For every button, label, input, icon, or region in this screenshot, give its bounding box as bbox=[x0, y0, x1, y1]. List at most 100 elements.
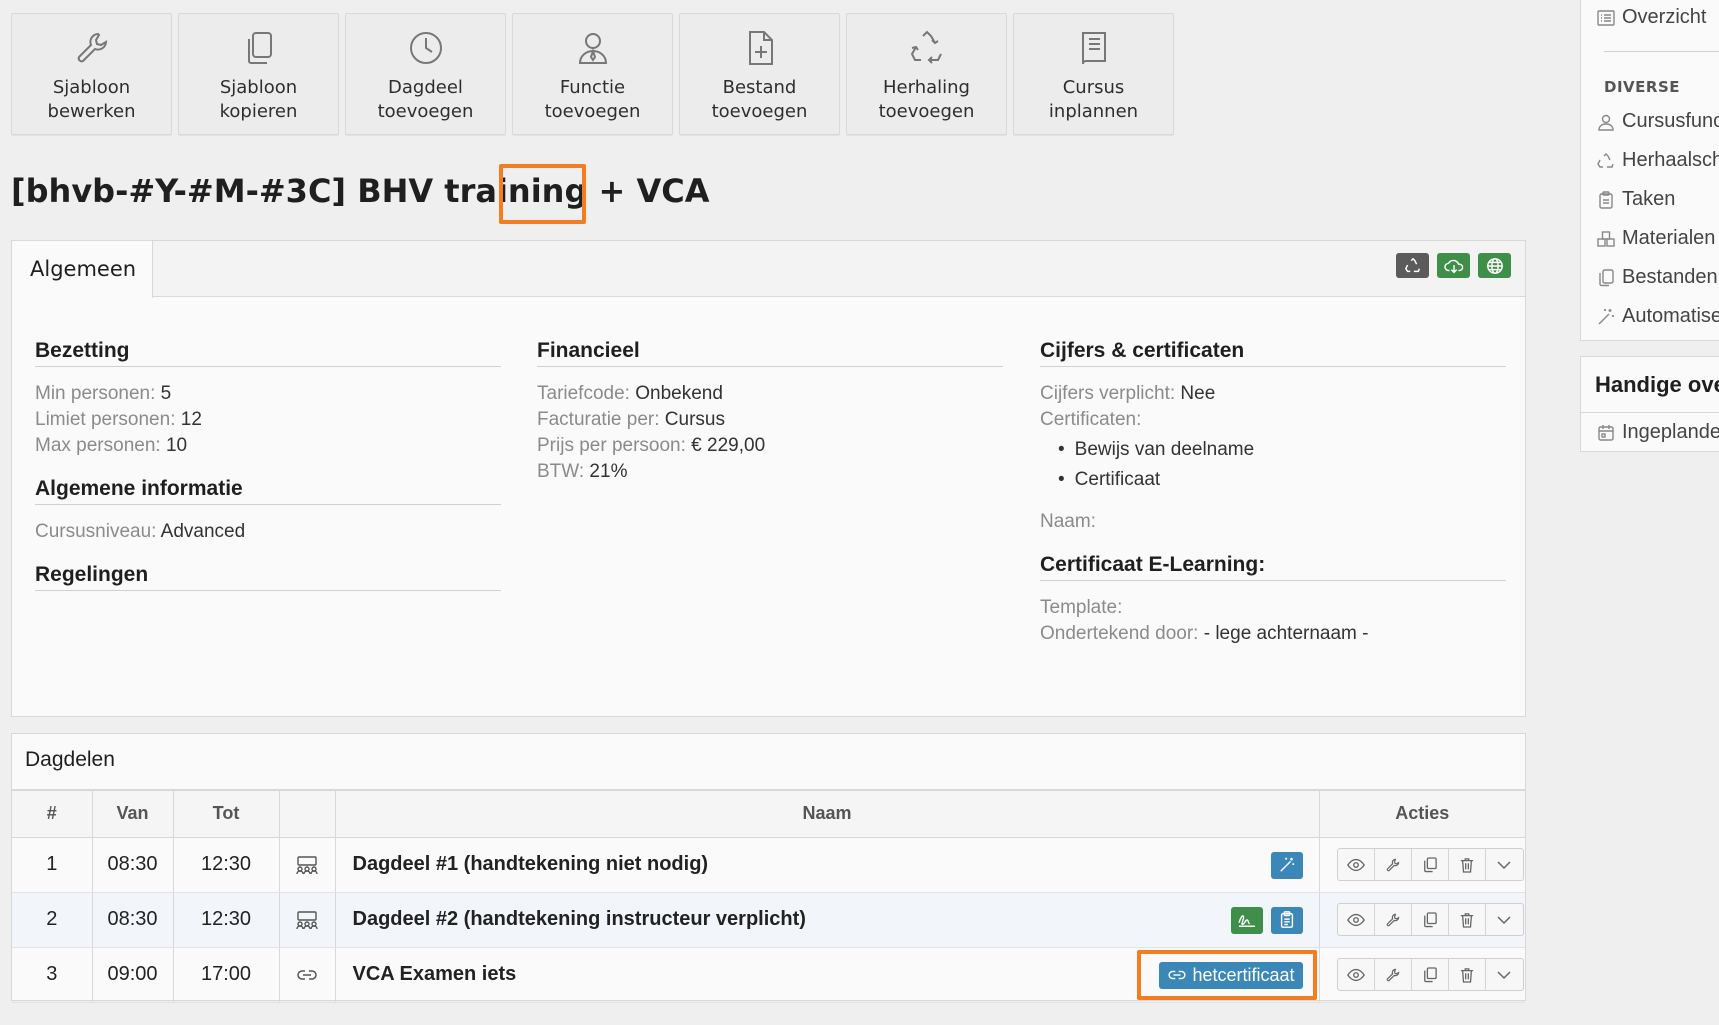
trash-icon[interactable] bbox=[1449, 904, 1487, 935]
user-icon bbox=[1597, 113, 1615, 131]
col-header-van[interactable]: Van bbox=[92, 791, 174, 838]
list-item: Bewijs van deelname bbox=[1058, 435, 1506, 465]
sidebar-item-taken[interactable]: Taken bbox=[1581, 180, 1719, 219]
sidebar-heading-diverse: DIVERSE bbox=[1604, 78, 1680, 96]
col-header-tot[interactable]: Tot bbox=[173, 791, 280, 838]
calendar-icon bbox=[1597, 424, 1615, 442]
row-tot: 12:30 bbox=[173, 892, 280, 948]
wrench-icon[interactable] bbox=[1375, 904, 1412, 935]
add-file-button[interactable]: Bestand toevoegen bbox=[679, 13, 840, 135]
dagdelen-heading: Dagdelen bbox=[12, 734, 1525, 791]
copy-icon[interactable] bbox=[1412, 849, 1450, 880]
wrench-icon[interactable] bbox=[1375, 959, 1412, 990]
limiet-personen: Limiet personen: 12 bbox=[35, 409, 202, 430]
sidebar-item-herhaalschema[interactable]: Herhaalschema bbox=[1581, 141, 1719, 180]
sidebar-divider bbox=[1604, 51, 1719, 52]
clock-icon bbox=[406, 28, 446, 68]
sidebar-item-materialen[interactable]: Materialen bbox=[1581, 219, 1719, 258]
min-personen: Min personen: 5 bbox=[35, 383, 172, 404]
elearning-template: Template: bbox=[1040, 597, 1123, 618]
certificate-badge[interactable]: hetcertificaat bbox=[1159, 961, 1303, 989]
view-icon[interactable] bbox=[1338, 959, 1375, 990]
btw: BTW: 21% bbox=[537, 461, 628, 482]
classroom-icon bbox=[280, 910, 335, 930]
max-personen: Max personen: 10 bbox=[35, 435, 188, 456]
globe-icon[interactable] bbox=[1478, 253, 1511, 278]
col-header-acties: Acties bbox=[1319, 791, 1525, 838]
col-header-naam[interactable]: Naam bbox=[335, 791, 1320, 838]
chevron-down-icon[interactable] bbox=[1486, 959, 1522, 990]
edit-template-label: Sjabloon bewerken bbox=[47, 77, 136, 122]
link-icon bbox=[1168, 970, 1186, 980]
signature-icon[interactable] bbox=[1230, 906, 1263, 934]
copy-icon bbox=[239, 28, 279, 68]
magic-wand-icon[interactable] bbox=[1270, 851, 1303, 879]
row-tot: 12:30 bbox=[173, 837, 280, 893]
schedule-course-button[interactable]: Cursus inplannen bbox=[1013, 13, 1174, 135]
list-item: Certificaat bbox=[1058, 465, 1506, 495]
page-title: [bhvb-#Y-#M-#3C] BHV training + VCA bbox=[11, 172, 709, 210]
certificaten-list: Bewijs van deelname Certificaat bbox=[1058, 435, 1506, 495]
wrench-icon[interactable] bbox=[1375, 849, 1412, 880]
table-row: 1 08:30 12:30 Dagdeel #1 (handtekening n… bbox=[12, 837, 1525, 893]
add-recurrence-button[interactable]: Herhaling toevoegen bbox=[846, 13, 1007, 135]
add-daypart-button[interactable]: Dagdeel toevoegen bbox=[345, 13, 506, 135]
edit-template-button[interactable]: Sjabloon bewerken bbox=[11, 13, 172, 135]
view-icon[interactable] bbox=[1338, 904, 1375, 935]
sidebar-item-cursusfunctie[interactable]: Cursusfunctie bbox=[1581, 102, 1719, 141]
chevron-down-icon[interactable] bbox=[1486, 904, 1522, 935]
recycle-icon[interactable] bbox=[1396, 253, 1429, 278]
row-badges: hetcertificaat bbox=[1159, 961, 1303, 989]
heading-regelingen: Regelingen bbox=[35, 563, 501, 591]
file-plus-icon bbox=[740, 28, 780, 68]
col-header-num[interactable]: # bbox=[12, 791, 93, 838]
tab-strip: Algemeen bbox=[12, 241, 1525, 298]
row-naam[interactable]: VCA Examen iets bbox=[353, 963, 517, 985]
column-bezetting: Bezetting Min personen: 5 Limiet persone… bbox=[35, 339, 501, 605]
table-row: 2 08:30 12:30 Dagdeel #2 (handtekening i… bbox=[12, 892, 1525, 948]
trash-icon[interactable] bbox=[1449, 849, 1487, 880]
add-function-button[interactable]: Functie toevoegen bbox=[512, 13, 673, 135]
link-icon bbox=[280, 967, 335, 983]
sidebar-item-ingeplande[interactable]: Ingeplande cursussen bbox=[1581, 413, 1719, 452]
cloud-download-icon[interactable] bbox=[1437, 253, 1470, 278]
row-van: 08:30 bbox=[92, 837, 174, 893]
cijfers-verplicht: Cijfers verplicht: Nee bbox=[1040, 383, 1216, 404]
copy-icon[interactable] bbox=[1412, 959, 1450, 990]
heading-bezetting: Bezetting bbox=[35, 339, 501, 367]
copy-template-label: Sjabloon kopieren bbox=[219, 77, 298, 122]
recycle-icon bbox=[907, 28, 947, 68]
sidebar-item-bestanden[interactable]: Bestanden bbox=[1581, 258, 1719, 297]
row-van: 08:30 bbox=[92, 892, 174, 948]
tab-algemeen[interactable]: Algemeen bbox=[12, 241, 153, 298]
chevron-down-icon[interactable] bbox=[1486, 849, 1522, 880]
table-header-row: # Van Tot Naam Acties bbox=[12, 791, 1525, 838]
cursusniveau: Cursusniveau: Advanced bbox=[35, 521, 246, 542]
trash-icon[interactable] bbox=[1449, 959, 1487, 990]
prijs-per-persoon: Prijs per persoon: € 229,00 bbox=[537, 435, 766, 456]
certificate-badge-label: hetcertificaat bbox=[1192, 964, 1295, 985]
dagdelen-table: # Van Tot Naam Acties 1 08:30 12:30 Dagd… bbox=[12, 791, 1525, 1003]
view-icon[interactable] bbox=[1338, 849, 1375, 880]
row-num: 2 bbox=[12, 892, 93, 948]
sidebar-item-overzicht[interactable]: Overzicht bbox=[1581, 0, 1719, 37]
row-num: 3 bbox=[12, 947, 93, 1003]
row-naam[interactable]: Dagdeel #2 (handtekening instructeur ver… bbox=[353, 908, 806, 930]
heading-certificaat-elearning: Certificaat E-Learning: bbox=[1040, 553, 1506, 581]
clipboard-icon[interactable] bbox=[1270, 906, 1303, 934]
row-actions bbox=[1336, 958, 1524, 991]
row-actions bbox=[1336, 848, 1524, 881]
heading-algemene-informatie: Algemene informatie bbox=[35, 477, 501, 505]
certificaat-naam: Naam: bbox=[1040, 511, 1096, 532]
copy-icon[interactable] bbox=[1412, 904, 1450, 935]
sidebar-item-automatisering[interactable]: Automatisering bbox=[1581, 297, 1719, 336]
copy-template-button[interactable]: Sjabloon kopieren bbox=[178, 13, 339, 135]
sidebar-title-handige: Handige overzichten bbox=[1581, 357, 1719, 413]
add-function-label: Functie toevoegen bbox=[544, 77, 641, 122]
row-naam[interactable]: Dagdeel #1 (handtekening niet nodig) bbox=[353, 853, 709, 875]
table-row: 3 09:00 17:00 VCA Examen iets hetcertifi… bbox=[12, 947, 1525, 1003]
tab-icon-group bbox=[1396, 253, 1511, 278]
copy-icon bbox=[1597, 268, 1615, 287]
tariefcode: Tariefcode: Onbekend bbox=[537, 383, 723, 404]
page-title-highlight: VCA bbox=[636, 172, 710, 210]
